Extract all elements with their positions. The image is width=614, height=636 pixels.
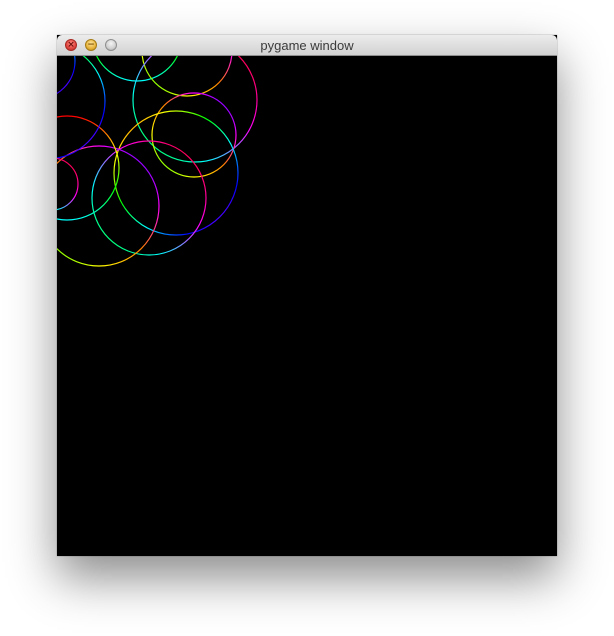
drawing-canvas[interactable] — [57, 56, 557, 556]
circle-drawing — [57, 56, 258, 267]
circle — [57, 157, 79, 211]
circle — [57, 56, 76, 95]
circle — [57, 115, 120, 221]
title-bar[interactable]: × − pygame window — [57, 35, 557, 56]
circle — [132, 56, 258, 163]
circle — [57, 56, 106, 159]
pygame-window: × − pygame window — [57, 35, 557, 556]
circle — [141, 56, 233, 97]
circle — [57, 145, 160, 267]
circle — [151, 92, 237, 178]
window-title: pygame window — [260, 38, 354, 53]
